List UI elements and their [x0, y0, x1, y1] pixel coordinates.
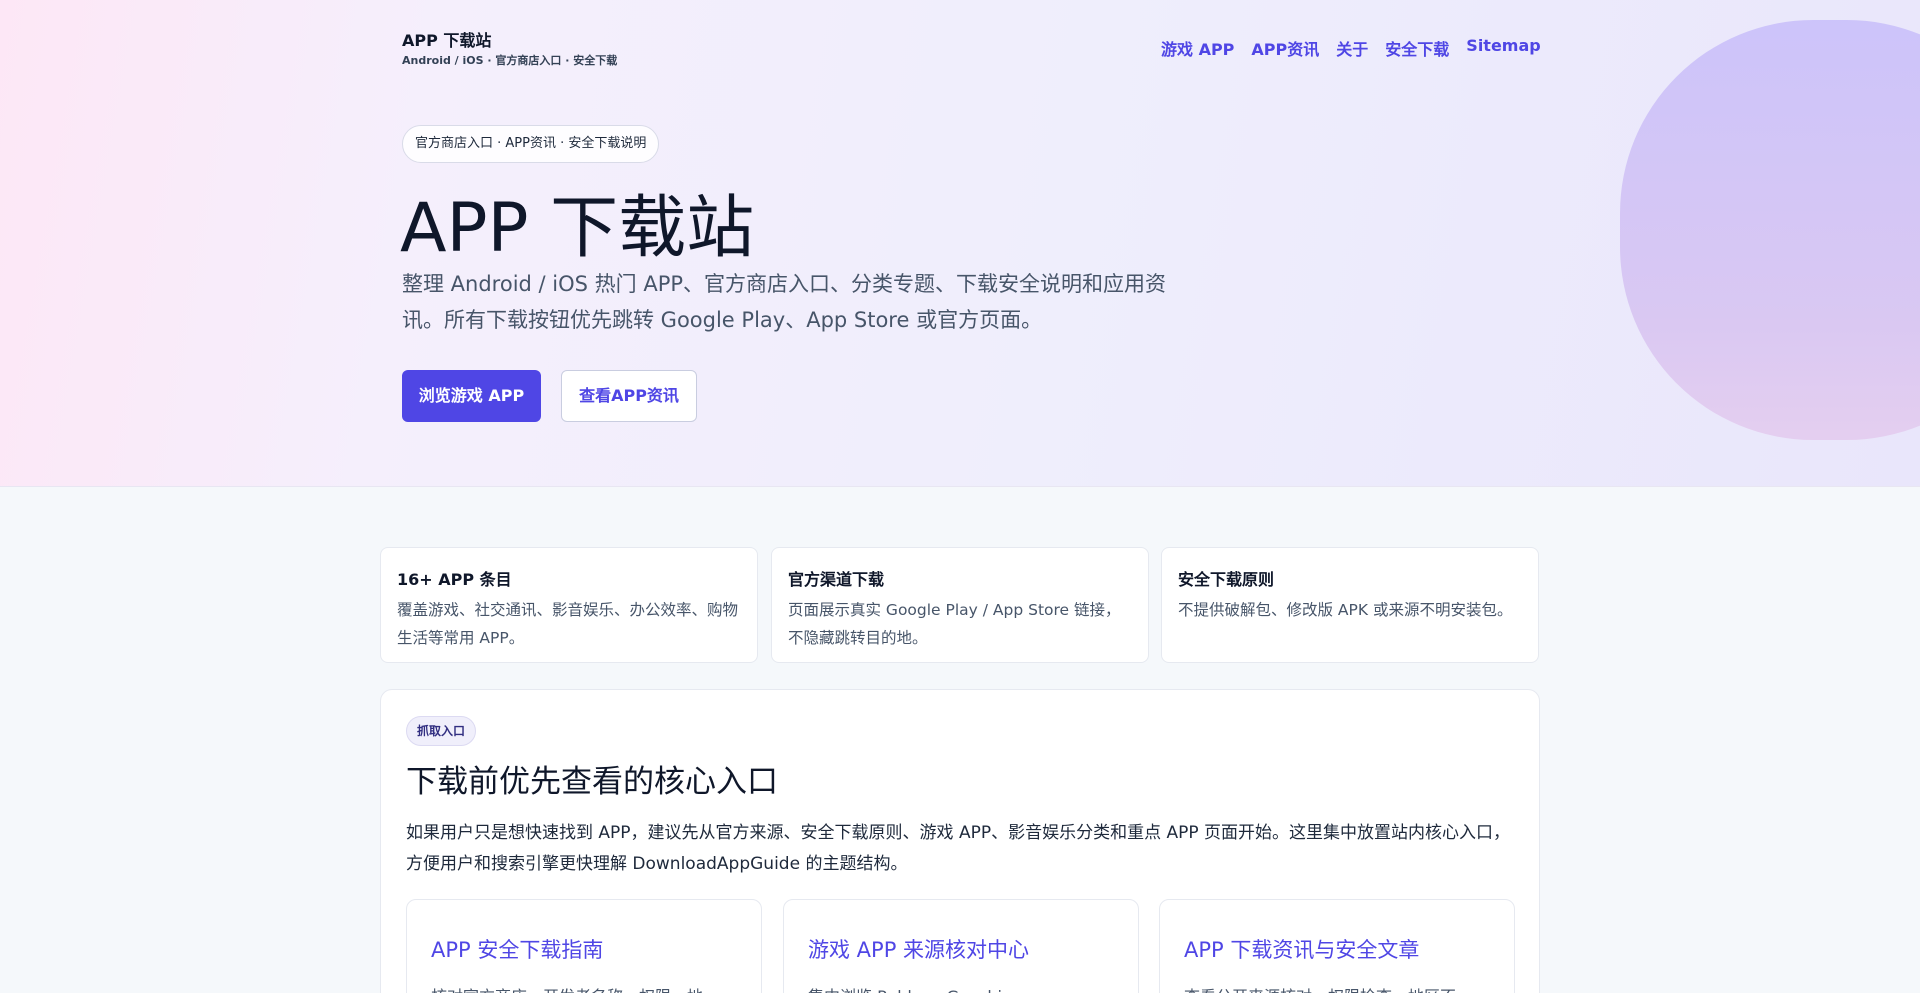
view-news-button[interactable]: 查看APP资讯: [561, 370, 697, 422]
stat-card-official-channels: 官方渠道下载 页面展示真实 Google Play / App Store 链接…: [771, 547, 1149, 663]
stat-text: 覆盖游戏、社交通讯、影音娱乐、办公效率、购物生活等常用 APP。: [397, 601, 739, 647]
nav-item-safe-download[interactable]: 安全下载: [1385, 36, 1449, 60]
panel-title: 下载前优先查看的核心入口: [406, 764, 778, 800]
decorative-blob: [1620, 20, 1920, 440]
hero-description: 整理 Android / iOS 热门 APP、官方商店入口、分类专题、下载安全…: [402, 272, 1167, 332]
stat-card-safety-principles: 安全下载原则 不提供破解包、修改版 APK 或来源不明安装包。: [1161, 547, 1539, 663]
browse-games-button[interactable]: 浏览游戏 APP: [402, 370, 541, 422]
card-text: 查看公开来源核对、权限检查、地区不: [1184, 984, 1490, 993]
stat-title: 安全下载原则: [1178, 570, 1275, 589]
stat-card-app-count: 16+ APP 条目 覆盖游戏、社交通讯、影音娱乐、办公效率、购物生活等常用 A…: [380, 547, 758, 663]
entry-card-safety-guide[interactable]: APP 安全下载指南 核对官方商店、开发者名称、权限、地: [406, 899, 762, 993]
card-title[interactable]: APP 安全下载指南: [431, 934, 737, 964]
nav-item-about[interactable]: 关于: [1336, 36, 1368, 60]
hero-title: APP 下载站: [400, 189, 755, 268]
nav-item-sitemap[interactable]: Sitemap: [1466, 36, 1540, 60]
card-text: 核对官方商店、开发者名称、权限、地: [431, 984, 737, 993]
top-nav: 游戏 APP APP资讯 关于 安全下载 Sitemap: [1161, 36, 1541, 60]
panel-description: 如果用户只是想快速找到 APP，建议先从官方来源、安全下载原则、游戏 APP、影…: [406, 823, 1511, 874]
core-entry-panel: 抓取入口 下载前优先查看的核心入口 如果用户只是想快速找到 APP，建议先从官方…: [380, 689, 1540, 993]
entry-card-news-articles[interactable]: APP 下载资讯与安全文章 查看公开来源核对、权限检查、地区不: [1159, 899, 1515, 993]
nav-item-news[interactable]: APP资讯: [1251, 36, 1319, 60]
stat-title: 官方渠道下载: [788, 570, 885, 589]
card-text: 集中浏览 Roblox、Genshin: [808, 984, 1114, 993]
nav-item-games[interactable]: 游戏 APP: [1161, 36, 1234, 60]
entry-card-game-source-center[interactable]: 游戏 APP 来源核对中心 集中浏览 Roblox、Genshin: [783, 899, 1139, 993]
brand-title[interactable]: APP 下载站: [402, 27, 491, 51]
stat-title: 16+ APP 条目: [397, 570, 512, 589]
brand-subtitle: Android / iOS · 官方商店入口 · 安全下载: [402, 54, 618, 67]
stat-text: 不提供破解包、修改版 APK 或来源不明安装包。: [1178, 601, 1513, 619]
card-title[interactable]: APP 下载资讯与安全文章: [1184, 934, 1490, 964]
section-tag: 抓取入口: [406, 716, 477, 746]
hero-pill: 官方商店入口 · APP资讯 · 安全下载说明: [402, 125, 660, 163]
card-title[interactable]: 游戏 APP 来源核对中心: [808, 934, 1114, 964]
hero-section: APP 下载站 Android / iOS · 官方商店入口 · 安全下载 游戏…: [0, 0, 1920, 487]
stat-text: 页面展示真实 Google Play / App Store 链接，不隐藏跳转目…: [788, 601, 1121, 647]
